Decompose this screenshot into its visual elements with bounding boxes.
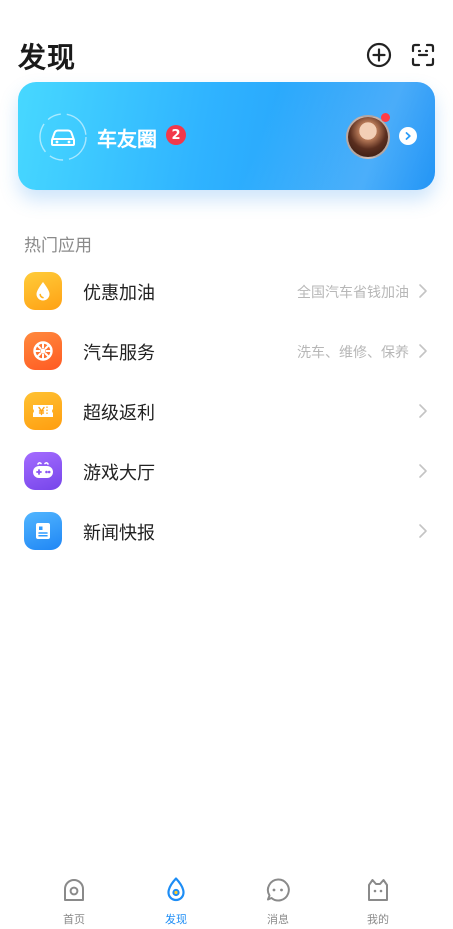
gamepad-icon [24, 452, 62, 490]
list-item-desc: 全国汽车省钱加油 [297, 285, 409, 301]
tab-label: 发现 [165, 913, 187, 926]
list-item-rebate[interactable]: 超级返利 [0, 382, 453, 442]
list-item-label: 汽车服务 [83, 343, 155, 364]
tab-label: 消息 [267, 913, 289, 926]
list-item-label: 游戏大厅 [83, 463, 155, 484]
chevron-right-icon [419, 404, 427, 418]
discover-icon [167, 877, 185, 902]
news-icon [24, 512, 62, 550]
list-item-news[interactable]: 新闻快报 [0, 502, 453, 562]
list-item-car-service[interactable]: 汽车服务 洗车、维修、保养 [0, 322, 453, 382]
banner-title: 车友圈 [97, 127, 157, 151]
car-community-banner[interactable]: 车友圈 2 [18, 82, 435, 190]
banner-sheen [165, 82, 435, 190]
plus-circle-icon [366, 42, 392, 68]
tab-label: 首页 [63, 913, 85, 926]
list-item-label: 超级返利 [83, 403, 155, 424]
coupon-icon [24, 392, 62, 430]
tab-messages[interactable]: 消息 [248, 876, 308, 926]
chevron-right-icon [419, 284, 427, 298]
car-icon [39, 113, 87, 161]
header: 发现 [0, 28, 453, 80]
chevron-right-icon [419, 464, 427, 478]
list-item-fuel[interactable]: 优惠加油 全国汽车省钱加油 [0, 262, 453, 322]
chevron-right-icon [419, 524, 427, 538]
add-button[interactable] [364, 40, 394, 70]
section-title: 热门应用 [24, 236, 92, 256]
list-item-label: 优惠加油 [83, 283, 155, 304]
tab-home[interactable]: 首页 [44, 876, 104, 926]
tab-discover[interactable]: 发现 [146, 876, 206, 926]
list-item-games[interactable]: 游戏大厅 [0, 442, 453, 502]
profile-icon [368, 879, 388, 901]
notification-dot [381, 113, 390, 122]
page-title: 发现 [18, 41, 77, 74]
tab-profile[interactable]: 我的 [348, 876, 408, 926]
app-list: 优惠加油 全国汽车省钱加油 汽车服务 洗车、维修、保养 超级返利 游戏大厅 新闻… [0, 262, 453, 562]
chevron-right-icon [419, 344, 427, 358]
home-icon [64, 879, 84, 901]
list-item-label: 新闻快报 [83, 523, 155, 544]
oil-drop-icon [24, 272, 62, 310]
bottom-tab-bar: 首页 发现 消息 我的 [0, 866, 453, 929]
list-item-desc: 洗车、维修、保养 [297, 345, 409, 361]
wheel-icon [24, 332, 62, 370]
scan-icon [411, 43, 435, 67]
scan-button[interactable] [408, 40, 438, 70]
arrow-right-icon [399, 127, 417, 145]
discover-page: 发现 车友圈 2 热门应用 优惠加油 全国汽车省钱加油 汽车服务 洗车、维修、保… [0, 0, 453, 929]
message-icon [266, 878, 290, 902]
unread-badge: 2 [166, 125, 186, 145]
tab-label: 我的 [367, 913, 389, 926]
